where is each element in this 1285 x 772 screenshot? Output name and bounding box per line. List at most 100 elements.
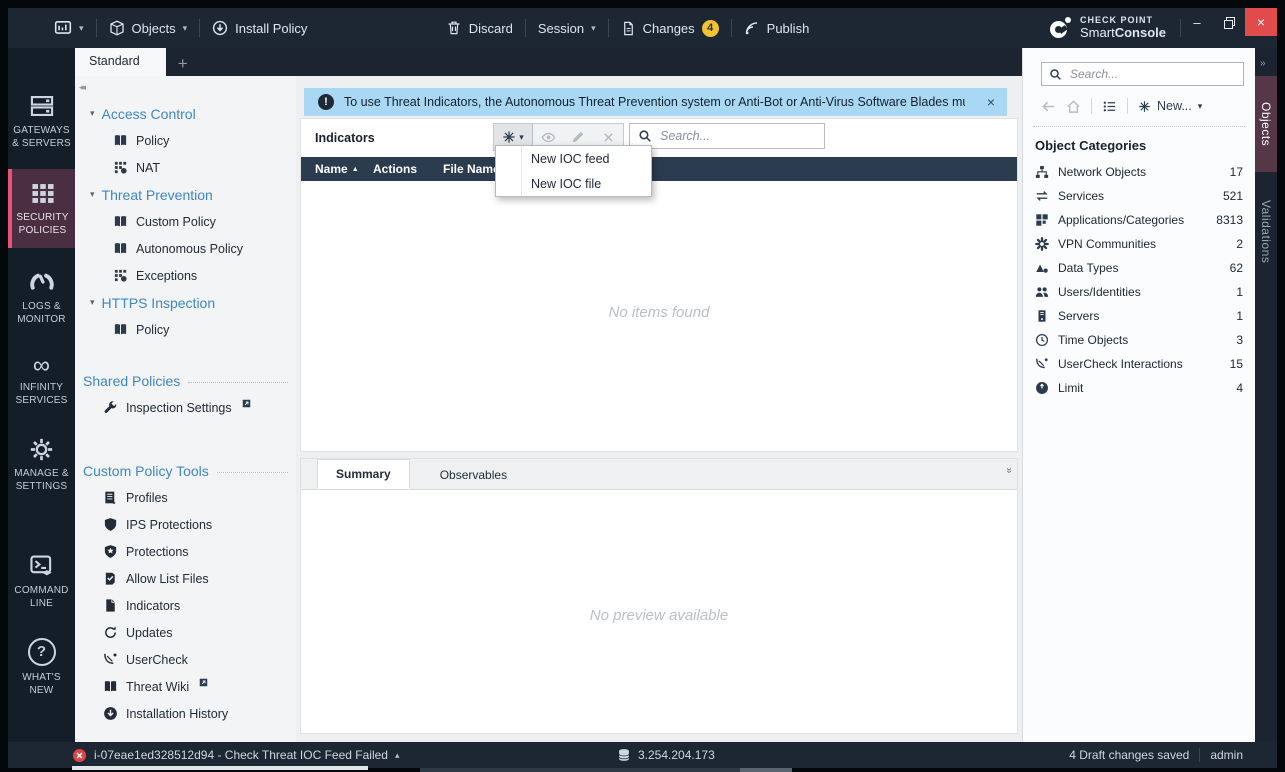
- new-object-button[interactable]: New... ▾: [1138, 99, 1202, 113]
- expand-panel-icon[interactable]: »: [1260, 58, 1266, 69]
- nav-item-usercheck[interactable]: UserCheck: [75, 646, 288, 673]
- indicators-table-header: Name ▲ Actions File Name/: [301, 157, 1017, 181]
- side-tab-validations[interactable]: Validations: [1255, 180, 1277, 284]
- nav-item-protections[interactable]: Protections: [75, 538, 288, 565]
- draft-changes-text: 4 Draft changes saved: [1069, 748, 1189, 762]
- navigation-rail: GATEWAYS & SERVERS SECURITY POLICIES LOG…: [8, 48, 75, 742]
- category-applications[interactable]: Applications/Categories 8313: [1035, 208, 1243, 232]
- close-button[interactable]: ×: [1245, 8, 1277, 36]
- category-users-identities[interactable]: Users/Identities 1: [1035, 280, 1243, 304]
- exceptions-grid-icon: [113, 268, 128, 283]
- nav-item-policy[interactable]: Policy: [75, 127, 288, 154]
- new-object-label: New...: [1157, 99, 1192, 113]
- banner-text: To use Threat Indicators, the Autonomous…: [344, 95, 965, 109]
- nav-item-indicators[interactable]: Indicators: [75, 592, 288, 619]
- chevron-down-icon: ▾: [79, 24, 84, 33]
- chevron-down-icon: ▾: [90, 189, 95, 200]
- nav-item-threat-wiki[interactable]: Threat Wiki: [75, 673, 288, 700]
- nav-item-inspection-settings[interactable]: Inspection Settings: [75, 394, 288, 421]
- category-usercheck-interactions[interactable]: UserCheck Interactions 15: [1035, 352, 1243, 376]
- category-servers[interactable]: Servers 1: [1035, 304, 1243, 328]
- nav-item-allow-list-files[interactable]: Allow List Files: [75, 565, 288, 592]
- back-arrow-icon[interactable]: [1041, 99, 1056, 114]
- nav-group-https-inspection[interactable]: ▾ HTTPS Inspection: [75, 289, 288, 316]
- install-policy-button[interactable]: Install Policy: [200, 8, 319, 48]
- rail-item-whats-new[interactable]: ? WHAT'S NEW: [8, 627, 75, 708]
- list-view-icon[interactable]: [1102, 99, 1117, 114]
- menu-item-new-ioc-feed[interactable]: New IOC feed: [496, 146, 651, 171]
- nav-group-threat-prevention[interactable]: ▾ Threat Prevention: [75, 181, 288, 208]
- collapse-panel-icon[interactable]: ◂◂: [79, 82, 84, 93]
- rail-item-gateways-servers[interactable]: GATEWAYS & SERVERS: [8, 82, 75, 161]
- app-menu-button[interactable]: ▾: [8, 8, 96, 48]
- nav-item-ips-protections[interactable]: IPS Protections: [75, 511, 288, 538]
- side-tab-objects[interactable]: Objects: [1255, 76, 1277, 172]
- category-time-objects[interactable]: Time Objects 3: [1035, 328, 1243, 352]
- category-data-types[interactable]: Data Types 62: [1035, 256, 1243, 280]
- category-vpn-communities[interactable]: VPN Communities 2: [1035, 232, 1243, 256]
- security-policies-icon: [30, 180, 56, 206]
- nav-item-installation-history[interactable]: Installation History: [75, 700, 288, 727]
- menu-item-new-ioc-file[interactable]: New IOC file: [496, 171, 651, 196]
- tab-standard[interactable]: Standard: [75, 48, 166, 76]
- clock-icon: [1035, 333, 1049, 347]
- shield-star-icon: [103, 544, 118, 559]
- publish-icon: [744, 20, 760, 36]
- tab-summary[interactable]: Summary: [317, 459, 410, 489]
- limit-icon: [1035, 381, 1049, 395]
- nav-item-updates[interactable]: Updates: [75, 619, 288, 646]
- restore-button[interactable]: [1213, 8, 1245, 36]
- smartconsole-window: ▾ Objects ▾ Install Policy Discard Sessi…: [0, 0, 1285, 772]
- nav-item-custom-policy[interactable]: Custom Policy: [75, 208, 288, 235]
- rail-item-infinity-services[interactable]: ∞ INFINITY SERVICES: [8, 345, 75, 418]
- nav-group-access-control[interactable]: ▾ Access Control: [75, 100, 288, 127]
- nav-item-exceptions[interactable]: Exceptions: [75, 262, 288, 289]
- home-icon[interactable]: [1066, 99, 1081, 114]
- category-services[interactable]: Services 521: [1035, 184, 1243, 208]
- column-header-name[interactable]: Name ▲: [301, 162, 359, 176]
- chevron-down-icon: ▾: [591, 24, 596, 33]
- rail-item-manage-settings[interactable]: MANAGE & SETTINGS: [8, 426, 75, 504]
- sort-asc-icon: ▲: [352, 166, 359, 173]
- column-header-actions[interactable]: Actions: [359, 162, 429, 176]
- collapse-pane-icon[interactable]: »: [1004, 468, 1015, 484]
- changes-count-badge: 4: [702, 20, 719, 37]
- minimize-button[interactable]: –: [1181, 8, 1213, 36]
- nav-item-label: Policy: [136, 323, 169, 337]
- rail-item-command-line[interactable]: COMMAND LINE: [8, 542, 75, 621]
- category-limit[interactable]: Limit 4: [1035, 376, 1243, 400]
- category-network-objects[interactable]: Network Objects 17: [1035, 160, 1243, 184]
- rail-item-logs-monitor[interactable]: LOGS & MONITOR: [8, 258, 75, 337]
- close-icon: ×: [1257, 14, 1265, 30]
- column-header-filename[interactable]: File Name/: [429, 162, 503, 176]
- nav-item-autonomous-policy[interactable]: Autonomous Policy: [75, 235, 288, 262]
- divider: [1033, 126, 1245, 127]
- objects-menu-button[interactable]: Objects ▾: [97, 8, 200, 48]
- discard-button[interactable]: Discard: [434, 8, 525, 48]
- nav-item-https-policy[interactable]: Policy: [75, 316, 288, 343]
- objects-search-input[interactable]: [1068, 66, 1243, 82]
- rail-item-security-policies[interactable]: SECURITY POLICIES: [8, 169, 75, 248]
- objects-panel: New... ▾ Object Categories Network Objec…: [1022, 48, 1255, 742]
- indicators-search-input[interactable]: [658, 128, 824, 144]
- new-tab-button[interactable]: +: [166, 52, 200, 76]
- nav-item-label: Custom Policy: [136, 215, 216, 229]
- rail-label: GATEWAYS & SERVERS: [12, 125, 71, 150]
- tab-observables[interactable]: Observables: [422, 461, 525, 489]
- nav-item-label: Inspection Settings: [126, 401, 232, 415]
- banner-close-icon[interactable]: ×: [975, 94, 1007, 110]
- changes-button[interactable]: Changes 4: [609, 8, 731, 48]
- objects-search: [1041, 62, 1244, 86]
- policy-book-icon: [113, 322, 128, 337]
- search-icon: [1049, 68, 1062, 81]
- publish-button[interactable]: Publish: [732, 8, 822, 48]
- category-count: 2: [1236, 237, 1243, 251]
- nav-item-profiles[interactable]: Profiles: [75, 484, 288, 511]
- session-menu-button[interactable]: Session ▾: [526, 8, 608, 48]
- checkpoint-brand: CHECK POINT SmartConsole: [1050, 16, 1180, 40]
- status-error-item[interactable]: i-07eae1ed328512d94 - Check Threat IOC F…: [72, 748, 400, 763]
- nav-item-nat[interactable]: NAT: [75, 154, 288, 181]
- gateways-servers-icon: [29, 93, 55, 119]
- server-ip: 3.254.204.173: [638, 748, 715, 762]
- chevron-down-icon: ▾: [183, 24, 188, 33]
